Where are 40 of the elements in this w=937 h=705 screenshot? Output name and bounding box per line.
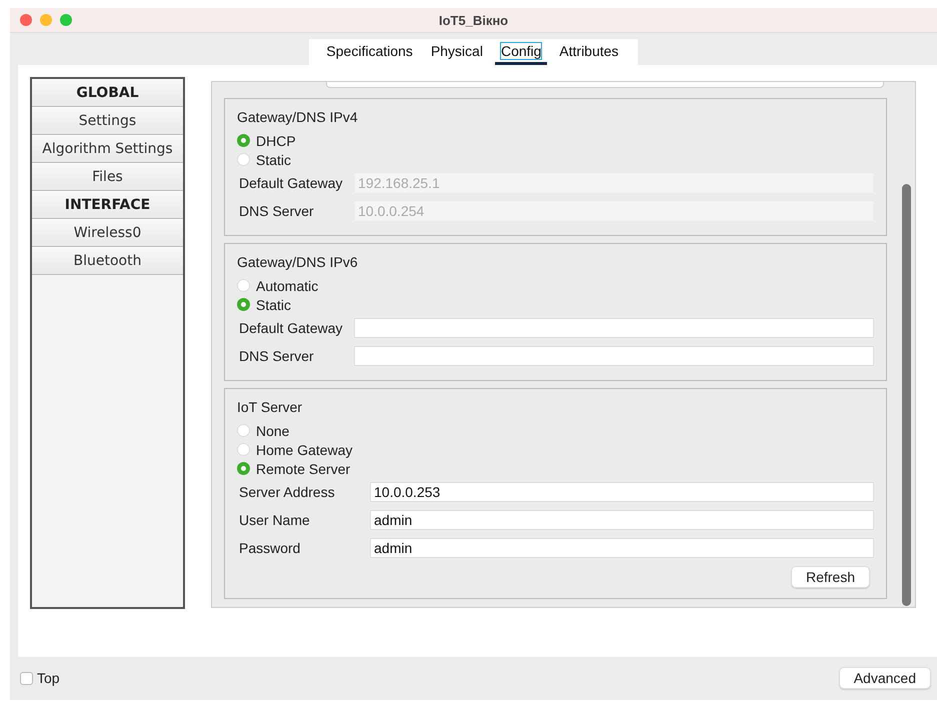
tab[interactable]: Specifications	[320, 39, 419, 65]
field-label: Password	[239, 540, 302, 556]
sidebar-item[interactable]: Bluetooth	[32, 247, 183, 275]
refresh-button[interactable]: Refresh	[790, 566, 870, 588]
radio-option[interactable]: Static	[237, 295, 292, 314]
tab[interactable]: Attributes	[553, 39, 625, 65]
input-field[interactable]: 10.0.0.253	[370, 482, 874, 502]
input-field[interactable]	[354, 318, 874, 338]
sidebar-item[interactable]: Settings	[32, 107, 183, 135]
input-field[interactable]: admin	[370, 538, 874, 558]
window-title: IoT5_Вікно	[438, 12, 508, 28]
group-title: Gateway/DNS IPv6	[237, 254, 358, 270]
radio-option[interactable]: None	[237, 421, 290, 440]
scrollbar[interactable]	[902, 184, 911, 606]
minimize-button[interactable]	[40, 14, 52, 26]
field-label: Default Gateway	[239, 175, 344, 191]
group-title: IoT Server	[237, 399, 302, 415]
sidebar-item[interactable]: Files	[32, 163, 183, 191]
field-label: DNS Server	[239, 348, 315, 364]
top-checkbox[interactable]: Top	[20, 670, 60, 686]
input-field[interactable]: admin	[370, 510, 874, 530]
field-label: Default Gateway	[239, 320, 344, 336]
field-label: Server Address	[239, 484, 336, 500]
field-label: DNS Server	[239, 203, 315, 219]
sidebar-item[interactable]: Wireless0	[32, 219, 183, 247]
sidebar-header[interactable]: INTERFACE	[32, 191, 183, 219]
input-field[interactable]	[354, 346, 874, 366]
close-button[interactable]	[20, 14, 32, 26]
field-label: User Name	[239, 512, 311, 528]
sidebar-item[interactable]: Algorithm Settings	[32, 135, 183, 163]
sidebar-header[interactable]: GLOBAL	[32, 79, 183, 107]
radio-option[interactable]: Automatic	[237, 276, 318, 295]
radio-option[interactable]: Static	[237, 150, 292, 169]
zoom-button[interactable]	[60, 14, 72, 26]
radio-option[interactable]: DHCP	[237, 131, 296, 150]
radio-option[interactable]: Home Gateway	[237, 440, 352, 459]
radio-option[interactable]: Remote Server	[237, 459, 350, 478]
group-title: Gateway/DNS IPv4	[237, 109, 358, 125]
tab[interactable]: Physical	[424, 39, 489, 65]
advanced-button[interactable]: Advanced	[838, 667, 931, 689]
